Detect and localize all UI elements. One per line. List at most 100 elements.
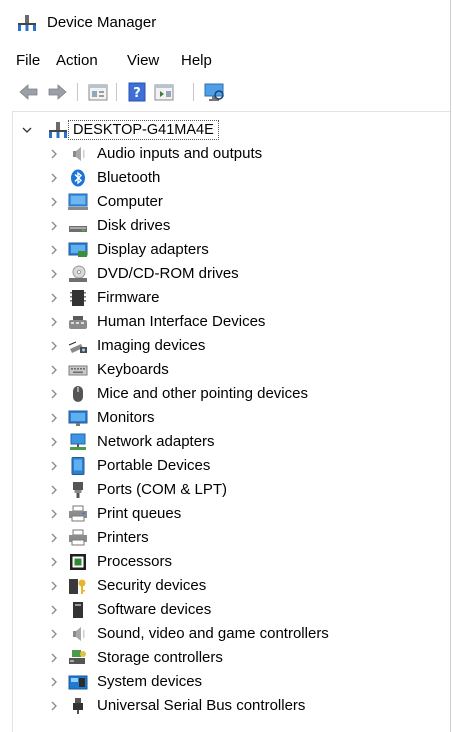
chevron-right-icon[interactable] (49, 533, 59, 543)
device-category-row[interactable]: Computer (13, 190, 450, 214)
chevron-right-icon[interactable] (49, 653, 59, 663)
speaker-icon (73, 147, 85, 161)
chevron-right-icon[interactable] (49, 245, 59, 255)
chevron-right-icon[interactable] (49, 437, 59, 447)
device-category-label: Computer (97, 193, 163, 210)
back-icon[interactable] (18, 81, 40, 103)
device-category-label: Print queues (97, 505, 182, 522)
tree-root-row[interactable]: DESKTOP-G41MA4E (13, 118, 450, 142)
chevron-right-icon[interactable] (49, 173, 59, 183)
scan-for-hardware-changes-icon[interactable] (203, 81, 225, 103)
device-category-row[interactable]: DVD/CD-ROM drives (13, 262, 450, 286)
chevron-right-icon[interactable] (49, 605, 59, 615)
sound-controller-icon (73, 627, 85, 641)
device-category-row[interactable]: Disk drives (13, 214, 450, 238)
menu-help[interactable]: Help (181, 52, 212, 70)
help-icon[interactable]: ? (126, 81, 148, 103)
computer-network-icon (49, 122, 67, 138)
chevron-right-icon[interactable] (49, 557, 59, 567)
monitor-icon (68, 410, 88, 426)
title-bar[interactable]: Device Manager (0, 0, 450, 46)
storage-controller-icon (69, 650, 86, 664)
device-category-label: Processors (97, 553, 173, 570)
device-category-label: Imaging devices (97, 337, 206, 354)
device-category-row[interactable]: Mice and other pointing devices (13, 382, 450, 406)
device-category-row[interactable]: Storage controllers (13, 646, 450, 670)
toolbar-separator (77, 83, 78, 101)
keyboard-icon (68, 365, 88, 376)
camera-icon (68, 341, 87, 353)
dvd-drive-icon (69, 265, 87, 282)
device-category-row[interactable]: Monitors (13, 406, 450, 430)
device-category-label: Keyboards (97, 361, 169, 378)
chevron-right-icon[interactable] (49, 413, 59, 423)
chevron-right-icon[interactable] (49, 197, 59, 207)
hid-icon (69, 316, 87, 329)
chevron-right-icon[interactable] (49, 365, 59, 375)
properties-icon[interactable] (87, 81, 109, 103)
menu-action[interactable]: Action (56, 52, 98, 70)
device-category-row[interactable]: Portable Devices (13, 454, 450, 478)
menu-view[interactable]: View (127, 52, 159, 70)
chevron-right-icon[interactable] (49, 317, 59, 327)
chevron-right-icon[interactable] (49, 389, 59, 399)
toolbar-separator (116, 83, 117, 101)
network-adapter-icon (70, 433, 86, 450)
chevron-down-icon[interactable] (22, 125, 32, 135)
device-category-label: Ports (COM & LPT) (97, 481, 228, 498)
chevron-right-icon[interactable] (49, 485, 59, 495)
device-category-row[interactable]: Audio inputs and outputs (13, 142, 450, 166)
device-category-label: Monitors (97, 409, 155, 426)
device-category-row[interactable]: Display adapters (13, 238, 450, 262)
device-category-label: Software devices (97, 601, 212, 618)
device-category-row[interactable]: Processors (13, 550, 450, 574)
display-adapter-icon (68, 242, 88, 257)
chevron-right-icon[interactable] (49, 221, 59, 231)
device-category-row[interactable]: Ports (COM & LPT) (13, 478, 450, 502)
device-category-label: Sound, video and game controllers (97, 625, 329, 642)
device-category-label: Bluetooth (97, 169, 161, 186)
usb-icon (73, 698, 83, 714)
device-category-label: Printers (97, 529, 149, 546)
system-device-icon (68, 675, 88, 690)
toolbar: ? (0, 78, 450, 106)
device-category-row[interactable]: Human Interface Devices (13, 310, 450, 334)
menu-file[interactable]: File (16, 52, 40, 70)
chevron-right-icon[interactable] (49, 581, 59, 591)
device-category-row[interactable]: Sound, video and game controllers (13, 622, 450, 646)
chevron-right-icon[interactable] (49, 701, 59, 711)
chevron-right-icon[interactable] (49, 269, 59, 279)
security-device-icon (69, 579, 86, 594)
device-manager-window: Device Manager File Action View Help ? D… (0, 0, 451, 732)
device-category-label: System devices (97, 673, 203, 690)
chevron-right-icon[interactable] (49, 149, 59, 159)
device-category-row[interactable]: System devices (13, 670, 450, 694)
chevron-right-icon[interactable] (49, 629, 59, 639)
printer-icon (69, 529, 87, 546)
device-category-row[interactable]: Print queues (13, 502, 450, 526)
chevron-right-icon[interactable] (49, 461, 59, 471)
chevron-right-icon[interactable] (49, 509, 59, 519)
device-category-label: Human Interface Devices (97, 313, 266, 330)
device-category-row[interactable]: Bluetooth (13, 166, 450, 190)
port-icon (73, 482, 83, 498)
device-category-label: Disk drives (97, 217, 171, 234)
device-category-row[interactable]: Security devices (13, 574, 450, 598)
device-category-label: Network adapters (97, 433, 215, 450)
device-category-row[interactable]: Software devices (13, 598, 450, 622)
show-hide-console-tree-icon[interactable] (153, 81, 175, 103)
device-category-row[interactable]: Universal Serial Bus controllers (13, 694, 450, 718)
device-category-row[interactable]: Network adapters (13, 430, 450, 454)
chevron-right-icon[interactable] (49, 677, 59, 687)
device-category-row[interactable]: Imaging devices (13, 334, 450, 358)
tree-root-node[interactable]: DESKTOP-G41MA4E (68, 120, 219, 140)
device-tree: DESKTOP-G41MA4E Audio inputs and outputs… (12, 111, 450, 732)
device-category-row[interactable]: Printers (13, 526, 450, 550)
firmware-icon (70, 290, 86, 306)
forward-icon[interactable] (46, 81, 68, 103)
device-category-row[interactable]: Firmware (13, 286, 450, 310)
device-category-label: Portable Devices (97, 457, 211, 474)
chevron-right-icon[interactable] (49, 293, 59, 303)
chevron-right-icon[interactable] (49, 341, 59, 351)
device-category-row[interactable]: Keyboards (13, 358, 450, 382)
